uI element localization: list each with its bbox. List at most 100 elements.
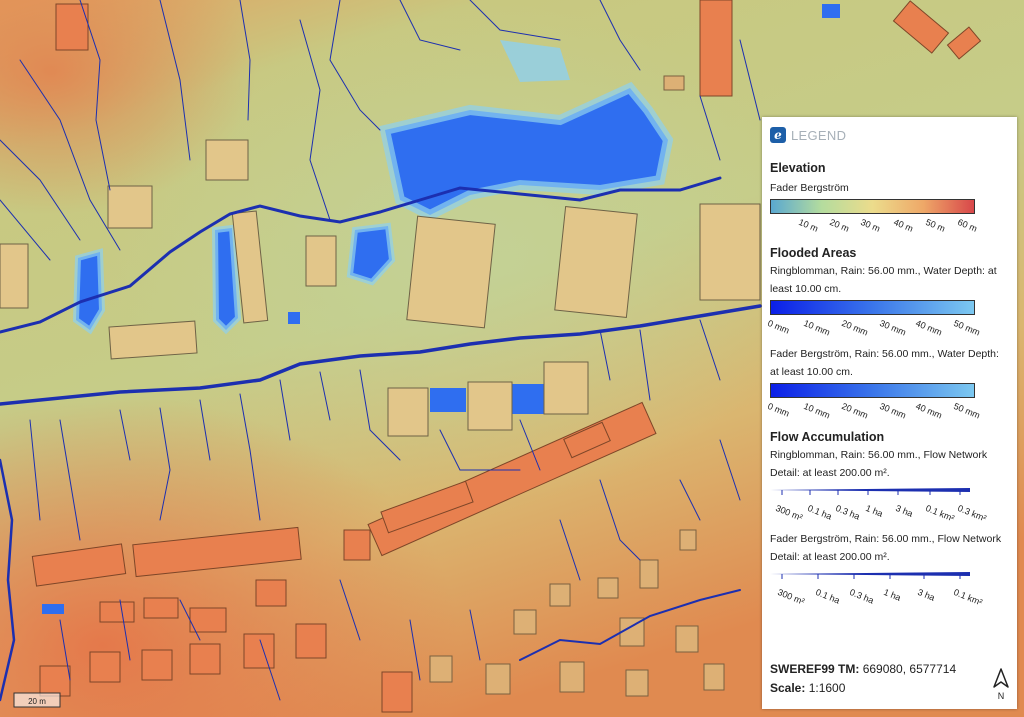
tick-label: 20 mm [840, 401, 870, 421]
building [699, 203, 761, 301]
building [141, 649, 173, 681]
building [597, 577, 619, 599]
north-arrow-icon: N [993, 668, 1009, 701]
tick-label: 10 mm [802, 318, 832, 338]
north-label: N [998, 691, 1005, 701]
tick-label: 40 mm [914, 318, 944, 338]
tick-label: 3 ha [894, 503, 915, 519]
tick-label: 50 mm [952, 401, 982, 421]
building [485, 663, 511, 695]
tick-label: 1 ha [864, 503, 885, 519]
tick-label: 30 m [859, 217, 882, 234]
tick-label: 0.1 km² [952, 587, 984, 608]
flood-pool-5 [822, 4, 840, 18]
tick-label: 30 mm [878, 401, 908, 421]
building [543, 361, 589, 415]
flood-pool-4 [288, 312, 300, 324]
flood-strip-2 [211, 224, 242, 335]
scalebar-label: 20 m [28, 697, 46, 706]
flood-ticks-1: 0 mm 10 mm 20 mm 30 mm 40 mm 50 mm [766, 315, 990, 339]
building [107, 185, 153, 229]
building [513, 609, 537, 635]
building [387, 387, 429, 437]
legend-title: LEGEND [791, 127, 847, 143]
building [0, 243, 29, 309]
flood-ticks-2: 0 mm 10 mm 20 mm 30 mm 40 mm 50 mm [766, 398, 990, 422]
building [255, 579, 287, 607]
building [108, 320, 198, 360]
flood-strip-1 [72, 248, 106, 335]
tick-label: 0.1 km² [924, 503, 956, 524]
tick-label: 0.3 km² [956, 503, 988, 524]
coordinate-readout: SWEREF99 TM: 669080, 6577714 [770, 662, 956, 676]
tick-label: 50 m [924, 217, 947, 234]
legend-panel: e LEGEND Elevation Fader Bergström 10 m … [762, 117, 1017, 709]
flooded-layer-1: Ringblomman, Rain: 56.00 mm., Water Dept… [770, 265, 997, 295]
tick-label: 300 m² [776, 587, 806, 607]
tick-label: 10 m [797, 217, 820, 234]
building [189, 607, 227, 633]
building [189, 643, 221, 675]
flood-pool-3 [42, 604, 64, 614]
flow-ticks-2: 300 m² 0.1 ha 0.3 ha 1 ha 3 ha 0.1 km² [770, 584, 990, 610]
scale-readout: Scale: 1:1600 [770, 681, 845, 695]
building [699, 0, 733, 97]
building [381, 671, 413, 713]
elevation-layer-name: Fader Bergström [770, 182, 849, 194]
building [406, 215, 496, 329]
tick-label: 0.1 ha [806, 503, 834, 522]
crs-value: 669080, 6577714 [862, 662, 957, 676]
tick-label: 0.3 ha [834, 503, 862, 522]
legend-header: e LEGEND [770, 119, 1009, 151]
building [243, 633, 275, 669]
building [679, 529, 697, 551]
tick-label: 3 ha [916, 587, 937, 603]
tick-label: 10 mm [802, 401, 832, 421]
flow-layer-1: Ringblomman, Rain: 56.00 mm., Flow Netwo… [770, 449, 988, 479]
building [89, 651, 121, 683]
tick-label: 0 mm [766, 318, 791, 336]
flow-layer-2: Fader Bergström, Rain: 56.00 mm., Flow N… [770, 533, 1002, 563]
tick-label: 20 m [828, 217, 851, 234]
building [99, 601, 135, 623]
tick-label: 50 mm [952, 318, 982, 338]
building [625, 669, 649, 697]
tick-label: 60 m [956, 217, 979, 234]
tick-label: 40 m [892, 217, 915, 234]
building [639, 559, 659, 589]
flood-depth-ramp-1 [770, 300, 975, 315]
crs-label: SWEREF99 TM: [770, 662, 860, 676]
building [559, 661, 585, 693]
scale-value: 1:1600 [808, 681, 846, 695]
tick-label: 0.1 ha [814, 587, 842, 606]
building [343, 529, 371, 561]
flood-pool-2 [512, 384, 544, 414]
flooded-heading: Flooded Areas [770, 246, 857, 260]
building [429, 655, 453, 683]
elevation-heading: Elevation [770, 161, 826, 175]
building [554, 205, 638, 319]
building [467, 381, 513, 431]
elevation-ticks: 10 m 20 m 30 m 40 m 50 m 60 m [770, 214, 990, 238]
tick-label: 0.3 ha [848, 587, 876, 606]
flow-width-ramp-1 [770, 488, 970, 495]
tick-label: 20 mm [840, 318, 870, 338]
tick-label: 0 mm [766, 401, 791, 419]
elevation-color-ramp [770, 199, 975, 214]
building [703, 663, 725, 691]
building [663, 75, 685, 91]
tick-label: 300 m² [774, 503, 804, 523]
building [305, 235, 337, 287]
building [143, 597, 179, 619]
tick-label: 40 mm [914, 401, 944, 421]
flood-depth-ramp-2 [770, 383, 975, 398]
flood-pool-1 [430, 388, 466, 412]
building [39, 665, 71, 697]
tick-label: 1 ha [882, 587, 903, 603]
scale-label: Scale: [770, 681, 806, 695]
flow-width-ramp-2 [770, 572, 970, 579]
tick-label: 30 mm [878, 318, 908, 338]
building [549, 583, 571, 607]
building [675, 625, 699, 653]
app-logo-icon: e [770, 127, 786, 143]
